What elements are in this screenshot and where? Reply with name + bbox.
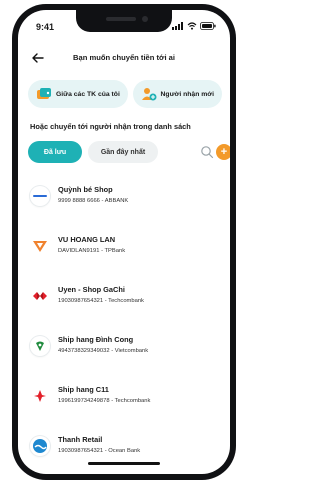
recipient-name: Thanh Retail [58,435,103,444]
recipient-name: VU HOANG LAN [58,235,116,244]
camera [142,16,148,22]
search-icon[interactable] [200,145,214,159]
techcombank-logo-icon [30,386,50,406]
new-recipient-button[interactable]: Người nhận mới [132,80,222,108]
new-recipient-icon [141,87,157,101]
tpbank-logo-icon [30,236,50,256]
app-screen: 9:41 Bạn muốn chuyển tiền tới ai Giữa cá… [18,10,230,474]
signal-icon [172,22,183,30]
list-item[interactable]: Ship hang Đình Cong 4943738329349032 - V… [18,326,230,376]
recipient-tabs: Đã lưu Gần đây nhất + [28,141,230,163]
tab-recent[interactable]: Gần đây nhất [88,141,158,163]
oceanbank-logo-icon [30,436,50,456]
list-item[interactable]: Uyen - Shop GaChi 19030987654321 - Techc… [18,276,230,326]
wallet-icon [36,87,52,101]
list-item[interactable]: Quỳnh bé Shop 9999 8888 6666 - ABBANK [18,176,230,226]
phone-frame: 9:41 Bạn muốn chuyển tiền tới ai Giữa cá… [12,4,236,480]
recipient-detail: 19030987654321 - Techcombank [58,298,144,304]
recipient-list: Quỳnh bé Shop 9999 8888 6666 - ABBANK VU… [18,176,230,474]
speaker [106,17,136,21]
abbank-logo-icon [30,186,50,206]
page-title: Bạn muốn chuyển tiền tới ai [72,53,176,62]
status-time: 9:41 [36,22,55,32]
quick-actions: Giữa các TK của tôi Người nhận mới [28,80,222,108]
recipient-name: Ship hang C11 [58,385,109,394]
status-icons [172,22,216,30]
plus-icon: + [220,146,228,158]
recipient-name: Ship hang Đình Cong [58,335,134,344]
wifi-icon [187,22,197,30]
list-item[interactable]: VU HOANG LAN DAVIDLAN9191 - TPBank [18,226,230,276]
recipient-detail: 9999 8888 6666 - ABBANK [58,198,129,204]
new-recipient-label: Người nhận mới [160,90,214,98]
recipient-detail: 19030987654321 - Ocean Bank [58,448,141,454]
section-label: Hoặc chuyển tới người nhận trong danh sá… [30,122,191,131]
between-my-accounts-button[interactable]: Giữa các TK của tôi [28,80,128,108]
add-recipient-button[interactable]: + [216,144,230,160]
recipient-name: Uyen - Shop GaChi [58,285,125,294]
techcombank-logo-icon [30,286,50,306]
recipient-detail: 4943738329349032 - Vietcombank [58,348,149,354]
tab-saved[interactable]: Đã lưu [28,141,82,163]
recipient-name: Quỳnh bé Shop [58,185,113,194]
notch [76,10,172,32]
list-item[interactable]: Thanh Retail 19030987654321 - Ocean Bank [18,426,230,474]
recipient-detail: 1996199734249878 - Techcombank [58,398,151,404]
list-item[interactable]: Ship hang C11 1996199734249878 - Techcom… [18,376,230,426]
header: Bạn muốn chuyển tiền tới ai [18,48,230,70]
between-my-accounts-label: Giữa các TK của tôi [56,90,120,98]
vietcombank-logo-icon [30,336,50,356]
battery-icon [200,22,216,30]
home-indicator [88,462,160,465]
recipient-detail: DAVIDLAN9191 - TPBank [58,248,126,254]
